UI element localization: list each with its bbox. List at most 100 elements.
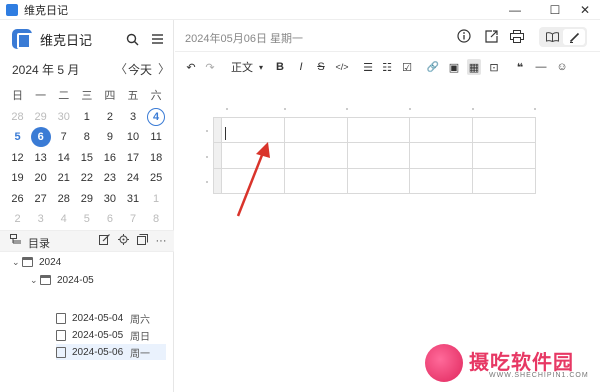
calendar-day[interactable]: 8 (75, 127, 98, 147)
calendar-day[interactable]: 27 (29, 189, 52, 209)
read-mode-icon[interactable] (541, 29, 563, 45)
image-button[interactable]: ▣ (448, 59, 460, 75)
table-cell[interactable] (472, 167, 536, 195)
link-button[interactable]: 🔗 (427, 59, 439, 75)
calendar-day[interactable]: 21 (52, 168, 75, 188)
column-handle[interactable] (472, 108, 474, 110)
horizontal-rule-button[interactable]: — (535, 59, 547, 75)
table-cell[interactable] (409, 167, 474, 195)
calendar-day[interactable]: 4 (52, 209, 75, 229)
prev-month-button[interactable]: 〈 (115, 60, 127, 77)
bold-button[interactable]: B (274, 59, 286, 75)
print-icon[interactable] (509, 28, 525, 44)
table-row-selector[interactable] (212, 167, 223, 195)
more-icon[interactable]: ··· (154, 234, 168, 248)
column-handle[interactable] (409, 108, 411, 110)
calendar-day[interactable]: 1 (75, 107, 98, 127)
calendar-day[interactable]: 7 (52, 127, 75, 147)
emoji-button[interactable]: ☺ (556, 59, 568, 75)
calendar-day[interactable]: 5 (75, 209, 98, 229)
close-button[interactable]: ✕ (565, 0, 600, 20)
table-cell[interactable] (346, 142, 411, 169)
row-handle[interactable] (206, 181, 208, 183)
calendar-day[interactable]: 20 (29, 168, 52, 188)
table-cell[interactable] (346, 167, 411, 195)
italic-button[interactable]: I (295, 59, 307, 75)
calendar-day[interactable]: 19 (6, 168, 29, 188)
menu-icon[interactable] (149, 31, 165, 47)
table-cell[interactable] (409, 116, 474, 144)
table-cell[interactable] (346, 116, 411, 144)
paragraph-style-select[interactable]: 正文 (230, 59, 254, 75)
tree-entry[interactable]: 2024-05-04 周六 (56, 310, 164, 326)
bullet-list-button[interactable]: ☰ (362, 59, 374, 75)
quote-button[interactable]: ❝ (514, 59, 526, 75)
info-icon[interactable] (456, 28, 472, 44)
calendar-day[interactable]: 15 (75, 148, 98, 168)
table-button[interactable]: ▦ (467, 59, 481, 75)
tree-month[interactable]: ⌄ 2024-05 (30, 272, 94, 288)
calendar-day-selected[interactable]: 6 (29, 127, 52, 148)
search-icon[interactable] (124, 31, 140, 47)
redo-button[interactable]: ↷ (203, 59, 217, 75)
calendar-day[interactable]: 10 (121, 127, 144, 147)
minimize-button[interactable]: — (495, 0, 535, 20)
table-cell[interactable] (409, 142, 474, 169)
calendar-day[interactable]: 1 (145, 189, 168, 209)
calendar-day[interactable]: 5 (6, 127, 29, 147)
calendar-day[interactable]: 2 (98, 107, 121, 127)
calendar-day[interactable]: 9 (98, 127, 121, 147)
calendar-day[interactable]: 3 (29, 209, 52, 229)
calendar-day[interactable]: 23 (98, 168, 121, 188)
undo-button[interactable]: ↶ (184, 59, 198, 75)
code-block-button[interactable]: ⊡ (488, 59, 500, 75)
today-button[interactable]: 今天 (128, 61, 152, 78)
tree-year[interactable]: ⌄ 2024 (12, 254, 61, 270)
table-row-selector[interactable] (212, 142, 223, 169)
calendar-day[interactable]: 31 (121, 189, 144, 209)
table-cell[interactable] (472, 142, 536, 169)
calendar-day[interactable]: 30 (52, 107, 75, 127)
chevron-down-icon[interactable]: ▾ (257, 59, 265, 75)
calendar-day[interactable]: 11 (145, 127, 168, 147)
export-icon[interactable] (483, 28, 499, 44)
strikethrough-button[interactable]: S (315, 59, 327, 75)
calendar-day[interactable]: 17 (121, 148, 144, 168)
table-cell[interactable] (283, 167, 348, 195)
column-handle[interactable] (226, 108, 228, 110)
calendar-day[interactable]: 14 (52, 148, 75, 168)
table-row-selector[interactable] (212, 116, 223, 144)
table-cell[interactable] (283, 142, 348, 169)
column-handle[interactable] (284, 108, 286, 110)
calendar-day[interactable]: 30 (98, 189, 121, 209)
inline-code-button[interactable]: </> (334, 59, 350, 75)
next-month-button[interactable]: 〉 (158, 60, 170, 77)
calendar-day[interactable]: 18 (145, 148, 168, 168)
calendar-day[interactable]: 2 (6, 209, 29, 229)
ordered-list-button[interactable]: ☷ (381, 59, 393, 75)
table-cell[interactable] (283, 116, 348, 144)
calendar-day[interactable]: 7 (121, 209, 144, 229)
tree-entry-active[interactable]: 2024-05-06 周一 (56, 344, 166, 360)
locate-icon[interactable] (116, 234, 130, 248)
calendar-day[interactable]: 29 (75, 189, 98, 209)
calendar-day[interactable]: 6 (98, 209, 121, 229)
table-cell[interactable] (472, 116, 536, 144)
edit-mode-icon[interactable] (563, 29, 585, 45)
collapse-icon[interactable] (135, 234, 149, 248)
row-handle[interactable] (206, 156, 208, 158)
calendar-day[interactable]: 16 (98, 148, 121, 168)
tree-entry[interactable]: 2024-05-05 周日 (56, 327, 164, 343)
calendar-day[interactable]: 8 (145, 209, 168, 229)
calendar-day[interactable]: 26 (6, 189, 29, 209)
row-handle[interactable] (206, 130, 208, 132)
task-list-button[interactable]: ☑ (401, 59, 413, 75)
column-handle[interactable] (346, 108, 348, 110)
calendar-day[interactable]: 22 (75, 168, 98, 188)
calendar-day[interactable]: 28 (52, 189, 75, 209)
new-entry-icon[interactable] (97, 234, 111, 248)
column-handle[interactable] (534, 108, 536, 110)
calendar-day-today[interactable]: 4 (145, 107, 168, 127)
calendar-day[interactable]: 3 (121, 107, 144, 127)
calendar-day[interactable]: 25 (145, 168, 168, 188)
